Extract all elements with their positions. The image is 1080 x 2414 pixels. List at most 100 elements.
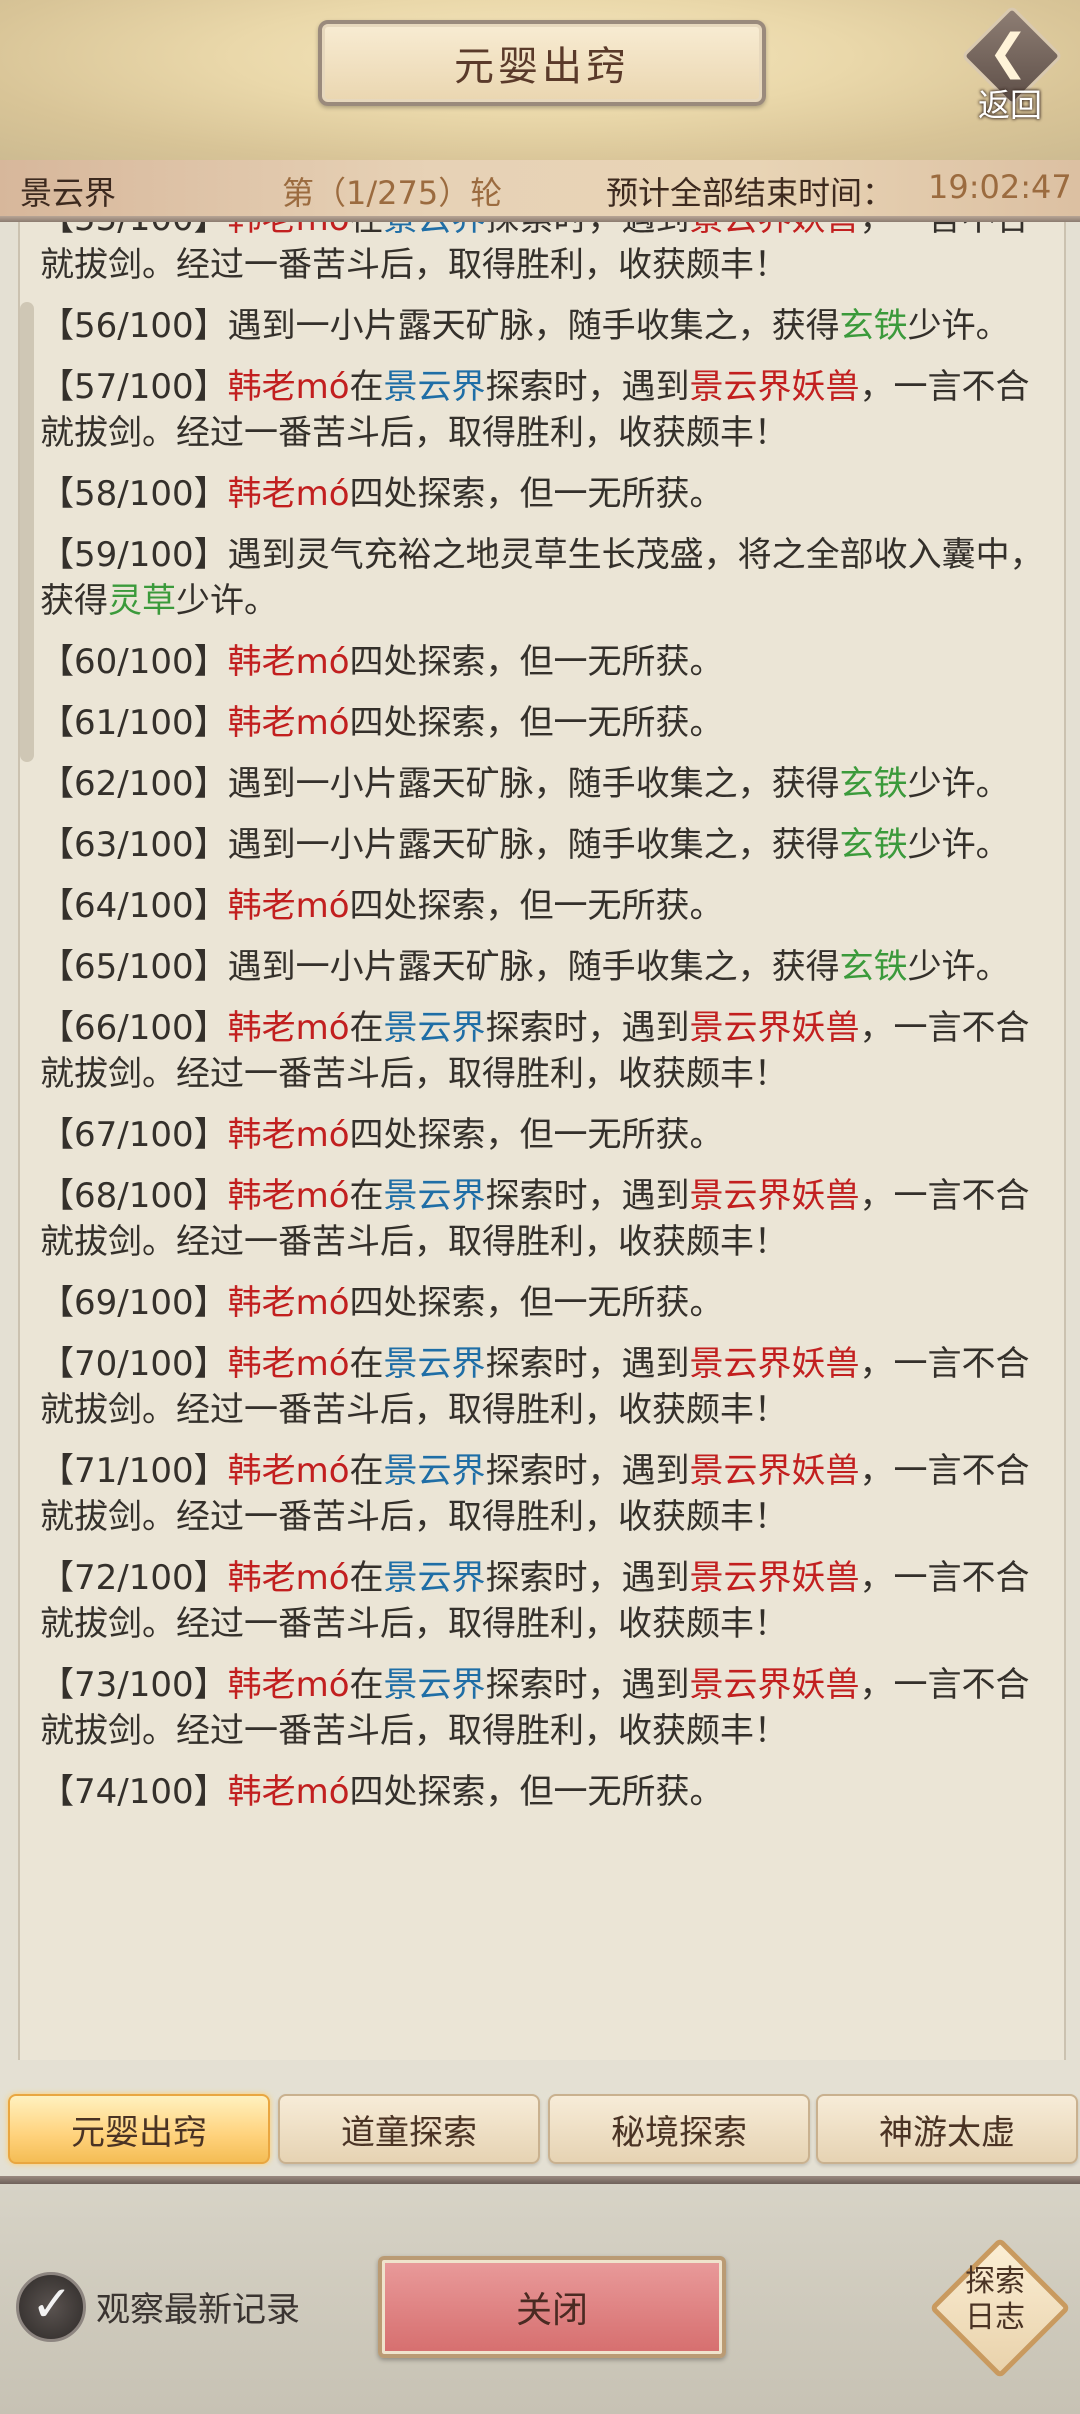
log-text: 探索时，遇到 bbox=[485, 367, 690, 407]
log-entry: 【73/100】韩老mó在景云界探索时，遇到景云界妖兽，一言不合就拔剑。经过一番… bbox=[40, 1662, 1060, 1754]
log-entry: 【57/100】韩老mó在景云界探索时，遇到景云界妖兽，一言不合就拔剑。经过一番… bbox=[40, 364, 1060, 456]
log-text: 在 bbox=[350, 222, 384, 239]
log-highlight: 韩老mó bbox=[227, 474, 350, 514]
log-highlight: 韩老mó bbox=[227, 1558, 350, 1598]
log-text: 在 bbox=[349, 1176, 384, 1216]
log-highlight: 景云界 bbox=[383, 1344, 486, 1384]
scrollbar[interactable] bbox=[20, 302, 34, 762]
log-text: 【70/100】 bbox=[40, 1344, 228, 1384]
log-highlight: 景云界 bbox=[383, 1558, 486, 1598]
close-button[interactable]: 关闭 bbox=[378, 2256, 726, 2358]
log-text: 【61/100】 bbox=[40, 703, 228, 743]
log-entry: 【71/100】韩老mó在景云界探索时，遇到景云界妖兽，一言不合就拔剑。经过一番… bbox=[40, 1448, 1060, 1540]
log-text: 四处探索，但一无所获。 bbox=[349, 1115, 724, 1155]
log-highlight: 景云界妖兽 bbox=[689, 1451, 860, 1491]
log-highlight: 景云界 bbox=[383, 367, 486, 407]
log-text: 【62/100】遇到一小片露天矿脉，随手收集之，获得 bbox=[40, 764, 840, 804]
tab-shenyou-taixu[interactable]: 神游太虚 bbox=[816, 2094, 1078, 2164]
log-entry: 【62/100】遇到一小片露天矿脉，随手收集之，获得玄铁少许。 bbox=[40, 761, 1060, 807]
log-entry: 【63/100】遇到一小片露天矿脉，随手收集之，获得玄铁少许。 bbox=[40, 822, 1060, 868]
log-text: 四处探索，但一无所获。 bbox=[349, 703, 724, 743]
tab-mijing-tansuo[interactable]: 秘境探索 bbox=[548, 2094, 810, 2164]
log-highlight: 韩老mó bbox=[227, 367, 350, 407]
log-text: 四处探索，但一无所获。 bbox=[349, 474, 724, 514]
log-text: 四处探索，但一无所获。 bbox=[349, 642, 724, 682]
log-list: 【55/100】韩老mó在景云界探索时，遇到景云界妖兽，一言不合就拔剑。经过一番… bbox=[40, 222, 1060, 1830]
log-text: 探索时，遇到 bbox=[485, 1176, 690, 1216]
log-highlight: 玄铁 bbox=[839, 764, 908, 804]
log-text: 【55/100】 bbox=[40, 222, 228, 239]
log-entry: 【66/100】韩老mó在景云界探索时，遇到景云界妖兽，一言不合就拔剑。经过一番… bbox=[40, 1005, 1060, 1097]
log-highlight: 韩老mó bbox=[227, 1115, 350, 1155]
log-highlight: 景云界妖兽 bbox=[689, 367, 860, 407]
log-highlight: 景云界 bbox=[383, 1176, 486, 1216]
log-text: 在 bbox=[349, 1008, 384, 1048]
log-text: 【63/100】遇到一小片露天矿脉，随手收集之，获得 bbox=[40, 825, 840, 865]
log-highlight: 韩老mó bbox=[227, 1772, 350, 1812]
log-highlight: 韩老mó bbox=[227, 1665, 350, 1705]
title-plate: 元婴出窍 bbox=[318, 20, 766, 106]
log-text: 探索时，遇到 bbox=[485, 1665, 690, 1705]
tab-daotong-tansuo[interactable]: 道童探索 bbox=[278, 2094, 540, 2164]
log-highlight: 韩老mó bbox=[228, 222, 350, 239]
realm-name: 景云界 bbox=[20, 174, 117, 212]
log-entry: 【74/100】韩老mó四处探索，但一无所获。 bbox=[40, 1769, 1060, 1815]
log-highlight: 景云界妖兽 bbox=[689, 1176, 860, 1216]
explore-log-button[interactable]: 探索日志 bbox=[929, 2237, 1071, 2379]
back-button[interactable]: ❮ 返回 bbox=[961, 5, 1064, 124]
log-text: 四处探索，但一无所获。 bbox=[349, 1772, 724, 1812]
watch-latest-label: 观察最新记录 bbox=[96, 2290, 300, 2330]
log-highlight: 景云界妖兽 bbox=[690, 222, 860, 239]
log-text: 【57/100】 bbox=[40, 367, 228, 407]
tab-label: 道童探索 bbox=[341, 2112, 477, 2153]
log-entry: 【69/100】韩老mó四处探索，但一无所获。 bbox=[40, 1280, 1060, 1326]
log-text: 探索时，遇到 bbox=[485, 1451, 690, 1491]
log-text: 【60/100】 bbox=[40, 642, 228, 682]
log-text: 在 bbox=[349, 1451, 384, 1491]
header: 元婴出窍 ❮ 返回 bbox=[0, 0, 1080, 160]
log-highlight: 景云界妖兽 bbox=[689, 1665, 860, 1705]
log-highlight: 韩老mó bbox=[227, 1451, 350, 1491]
log-entry: 【67/100】韩老mó四处探索，但一无所获。 bbox=[40, 1112, 1060, 1158]
log-highlight: 玄铁 bbox=[839, 947, 908, 987]
log-highlight: 景云界 bbox=[383, 1451, 486, 1491]
close-label: 关闭 bbox=[515, 2290, 588, 2331]
log-text: 在 bbox=[349, 1558, 384, 1598]
log-text: 【71/100】 bbox=[40, 1451, 228, 1491]
log-text: 探索时，遇到 bbox=[486, 222, 690, 239]
log-text: 探索时，遇到 bbox=[485, 1558, 690, 1598]
back-label: 返回 bbox=[978, 86, 1043, 124]
log-text: 在 bbox=[349, 1344, 384, 1384]
watch-latest-toggle[interactable]: ✓ 观察最新记录 bbox=[16, 2270, 336, 2342]
log-text: 少许。 bbox=[907, 947, 1010, 987]
tab-label: 神游太虚 bbox=[879, 2112, 1015, 2153]
log-highlight: 韩老mó bbox=[227, 1176, 350, 1216]
log-text: 少许。 bbox=[907, 306, 1010, 346]
checkbox[interactable]: ✓ bbox=[16, 2272, 86, 2342]
tab-label: 元婴出窍 bbox=[71, 2112, 207, 2153]
log-highlight: 景云界妖兽 bbox=[689, 1344, 860, 1384]
log-text: 四处探索，但一无所获。 bbox=[349, 886, 724, 926]
checkmark-icon: ✓ bbox=[31, 2275, 73, 2333]
log-highlight: 景云界 bbox=[383, 1008, 486, 1048]
log-text: 探索时，遇到 bbox=[485, 1344, 690, 1384]
log-highlight: 灵草 bbox=[108, 581, 176, 621]
log-text: 探索时，遇到 bbox=[485, 1008, 690, 1048]
log-highlight: 韩老mó bbox=[227, 1008, 350, 1048]
log-entry: 【70/100】韩老mó在景云界探索时，遇到景云界妖兽，一言不合就拔剑。经过一番… bbox=[40, 1341, 1060, 1433]
log-highlight: 景云界 bbox=[383, 1665, 486, 1705]
log-entry: 【56/100】遇到一小片露天矿脉，随手收集之，获得玄铁少许。 bbox=[40, 303, 1060, 349]
log-text: 在 bbox=[349, 367, 384, 407]
log-highlight: 韩老mó bbox=[227, 886, 350, 926]
footer: ✓ 观察最新记录 关闭 探索日志 bbox=[0, 2184, 1080, 2414]
back-arrow-icon: ❮ bbox=[988, 24, 1029, 80]
log-highlight: 景云界 bbox=[384, 222, 486, 239]
log-text: 四处探索，但一无所获。 bbox=[349, 1283, 724, 1323]
log-panel[interactable]: 【55/100】韩老mó在景云界探索时，遇到景云界妖兽，一言不合就拔剑。经过一番… bbox=[18, 222, 1066, 2060]
tab-yuanying-chuqiao[interactable]: 元婴出窍 bbox=[8, 2094, 270, 2164]
panel-divider bbox=[0, 2176, 1080, 2184]
log-text: 少许。 bbox=[907, 764, 1010, 804]
log-highlight: 韩老mó bbox=[227, 703, 350, 743]
log-text: 【67/100】 bbox=[40, 1115, 228, 1155]
log-entry: 【65/100】遇到一小片露天矿脉，随手收集之，获得玄铁少许。 bbox=[40, 944, 1060, 990]
